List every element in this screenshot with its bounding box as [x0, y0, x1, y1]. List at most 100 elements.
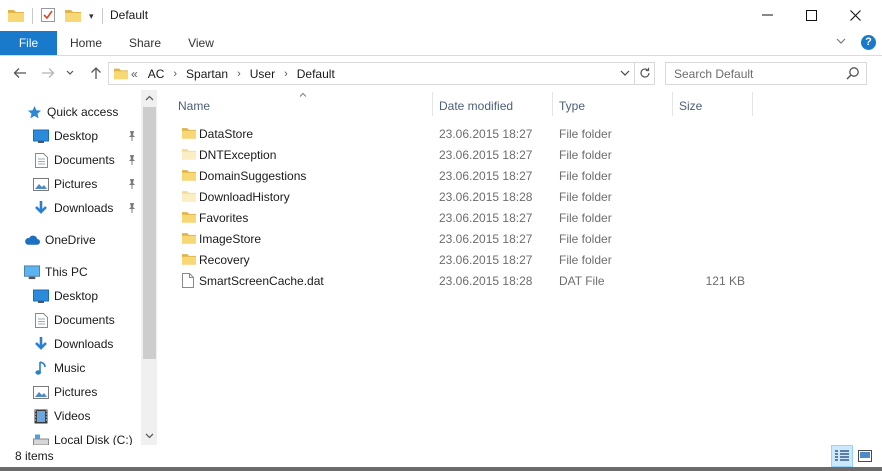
search-box[interactable] — [665, 62, 867, 85]
file-row[interactable]: SmartScreenCache.dat 23.06.2015 18:28 DAT … — [174, 270, 774, 291]
column-header-name[interactable]: Name — [178, 96, 210, 120]
folder-icon — [114, 66, 128, 83]
back-button[interactable] — [10, 64, 30, 82]
nav-scrollbar[interactable] — [141, 90, 157, 445]
search-icon[interactable] — [846, 66, 860, 80]
file-row[interactable]: DownloadHistory 23.06.2015 18:28 File fold… — [174, 186, 774, 207]
file-row[interactable]: DataStore 23.06.2015 18:27 File folder — [174, 123, 774, 144]
file-row[interactable]: DNTException 23.06.2015 18:27 File folder — [174, 144, 774, 165]
address-bar-row: « AC › Spartan › User › Default — [0, 57, 882, 90]
chevron-down-icon — [145, 433, 154, 439]
nav-item-pc-downloads[interactable]: Downloads — [33, 333, 113, 355]
column-divider[interactable] — [432, 92, 433, 116]
file-row[interactable]: DomainSuggestions 23.06.2015 18:27 File fo… — [174, 165, 774, 186]
scroll-thumb[interactable] — [143, 107, 156, 359]
nav-item-pc-videos[interactable]: Videos — [33, 405, 90, 427]
breadcrumb-separator[interactable]: › — [173, 68, 177, 80]
column-header-date[interactable]: Date modified — [439, 96, 513, 120]
scroll-down-button[interactable] — [141, 428, 157, 445]
arrow-up-icon — [91, 67, 101, 79]
folder-icon — [182, 147, 196, 161]
forward-button[interactable] — [38, 64, 58, 82]
ribbon-expand-icon[interactable] — [836, 34, 846, 51]
large-icons-view-button[interactable] — [854, 445, 876, 467]
breadcrumb-item-user[interactable]: User — [250, 67, 275, 81]
nav-item-desktop[interactable]: Desktop — [33, 125, 98, 147]
file-date: 23.06.2015 18:27 — [439, 253, 533, 267]
nav-item-downloads[interactable]: Downloads — [33, 197, 113, 219]
nav-label: Desktop — [54, 289, 99, 303]
file-row[interactable]: Recovery 23.06.2015 18:27 File folder — [174, 249, 774, 270]
folder-icon — [182, 231, 196, 245]
search-input[interactable] — [666, 63, 836, 84]
desktop-icon — [33, 128, 49, 144]
column-divider[interactable] — [672, 92, 673, 116]
minimize-button[interactable] — [744, 0, 790, 30]
nav-item-quick-access[interactable]: Quick access — [26, 101, 118, 123]
column-divider[interactable] — [752, 92, 753, 116]
folder-icon — [182, 252, 196, 266]
pin-icon[interactable] — [127, 202, 137, 214]
nav-item-pc-music[interactable]: Music — [33, 357, 85, 379]
tab-view[interactable]: View — [176, 31, 226, 55]
pictures-icon — [33, 176, 49, 192]
breadcrumb-overflow[interactable]: « — [131, 67, 138, 81]
nav-item-onedrive[interactable]: OneDrive — [24, 229, 96, 251]
toolbar-divider — [101, 8, 103, 24]
maximize-button[interactable] — [788, 0, 834, 30]
refresh-button[interactable] — [634, 63, 654, 84]
column-divider[interactable] — [552, 92, 553, 116]
new-folder-icon[interactable] — [65, 8, 81, 25]
nav-item-documents[interactable]: Documents — [33, 149, 115, 171]
nav-item-pictures[interactable]: Pictures — [33, 173, 97, 195]
breadcrumb-separator[interactable]: › — [284, 68, 288, 80]
toolbar-divider — [32, 8, 33, 24]
nav-item-pc-pictures[interactable]: Pictures — [33, 381, 97, 403]
file-name: ImageStore — [199, 232, 262, 246]
file-type: File folder — [559, 127, 612, 141]
folder-icon — [182, 189, 196, 203]
breadcrumb-item-default[interactable]: Default — [297, 67, 335, 81]
pin-icon[interactable] — [127, 178, 137, 190]
nav-item-pc-desktop[interactable]: Desktop — [33, 285, 98, 307]
up-button[interactable] — [86, 64, 106, 82]
nav-label: Pictures — [54, 177, 98, 191]
breadcrumb-item-ac[interactable]: AC — [148, 67, 165, 81]
minimize-icon — [761, 14, 773, 16]
pin-icon[interactable] — [127, 154, 137, 166]
close-button[interactable] — [832, 0, 878, 30]
properties-icon[interactable] — [41, 7, 55, 25]
nav-item-this-pc[interactable]: This PC — [24, 261, 88, 283]
details-view-button[interactable] — [831, 445, 853, 467]
file-row[interactable]: Favorites 23.06.2015 18:27 File folder — [174, 207, 774, 228]
file-row[interactable]: ImageStore 23.06.2015 18:27 File folder — [174, 228, 774, 249]
tab-share[interactable]: Share — [120, 31, 170, 55]
nav-label: Downloads — [54, 201, 114, 215]
file-type: File folder — [559, 148, 612, 162]
scroll-up-button[interactable] — [141, 90, 157, 107]
customize-toolbar-icon[interactable]: ▾ — [89, 11, 94, 22]
address-history-button[interactable] — [616, 66, 634, 82]
breadcrumb: « AC › Spartan › User › Default — [131, 67, 335, 81]
column-header-size[interactable]: Size — [679, 96, 702, 120]
download-icon — [33, 336, 49, 352]
tab-file[interactable]: File — [0, 31, 57, 55]
close-icon — [849, 9, 861, 21]
navigation-pane: Quick access Desktop Documents Pictures … — [0, 90, 157, 445]
recent-locations-button[interactable] — [62, 64, 78, 82]
nav-item-local-disk[interactable]: Local Disk (C:) — [33, 429, 133, 445]
address-bar[interactable]: « AC › Spartan › User › Default — [108, 62, 655, 85]
column-header-type[interactable]: Type — [559, 96, 585, 120]
pin-icon[interactable] — [127, 130, 137, 142]
tab-home[interactable]: Home — [61, 31, 111, 55]
arrow-left-icon — [13, 68, 26, 78]
ribbon-tabs: File Home Share View ? — [0, 31, 882, 56]
nav-label: Music — [54, 361, 86, 375]
window-border — [0, 467, 882, 471]
help-icon[interactable]: ? — [861, 35, 876, 50]
nav-item-pc-documents[interactable]: Documents — [33, 309, 115, 331]
breadcrumb-item-spartan[interactable]: Spartan — [186, 67, 228, 81]
breadcrumb-separator[interactable]: › — [237, 68, 241, 80]
file-date: 23.06.2015 18:28 — [439, 274, 533, 288]
quick-access-toolbar: ▾ — [8, 6, 107, 26]
